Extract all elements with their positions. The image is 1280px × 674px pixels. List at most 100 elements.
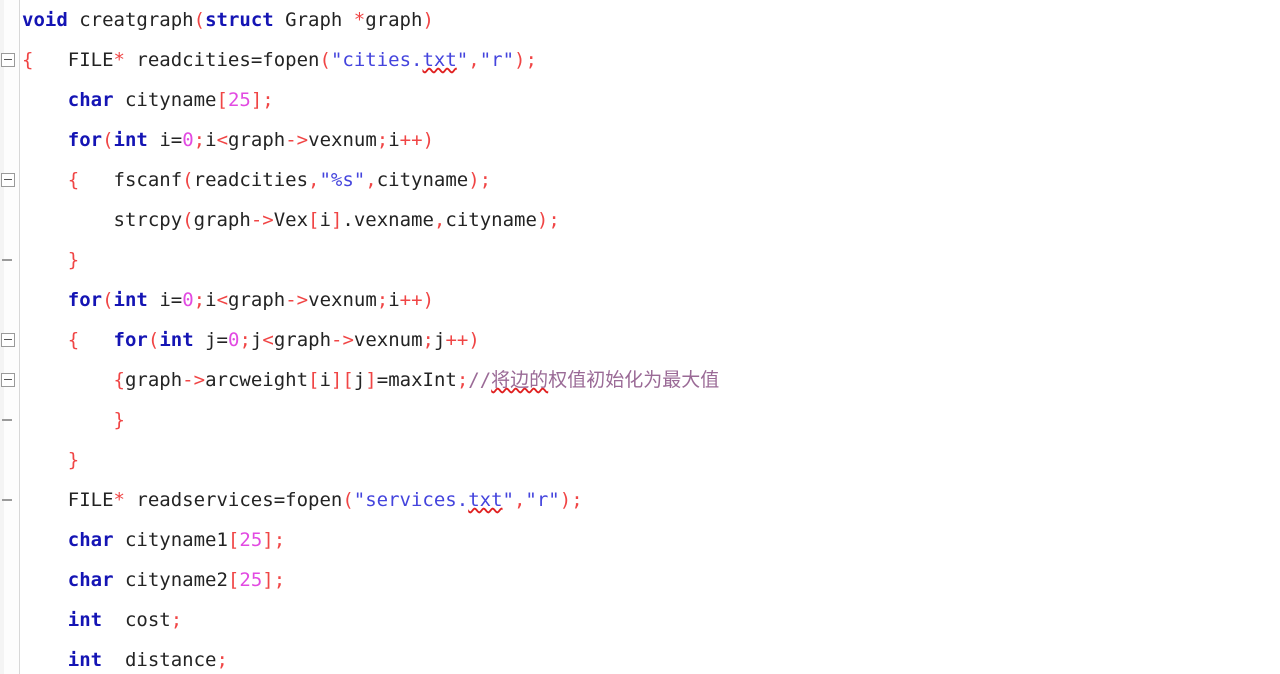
token-pun: ) — [536, 209, 549, 231]
token-id: distance — [102, 649, 217, 671]
token-id — [22, 329, 68, 351]
code-line[interactable]: char cityname[25]; — [22, 80, 1280, 120]
token-pun: [ — [216, 89, 228, 111]
token-num: 0 — [182, 289, 194, 311]
token-id: cityname1 — [113, 529, 228, 551]
token-pun: ; — [273, 569, 286, 591]
token-pun: -> — [250, 209, 274, 231]
token-pun: -> — [331, 329, 354, 351]
token-pun: ( — [319, 49, 331, 71]
code-line[interactable]: for(int i=0;i<graph->vexnum;i++) — [22, 280, 1280, 320]
token-id: readservices — [124, 489, 274, 511]
token-id: FILE — [22, 489, 114, 511]
token-pun: -> — [182, 369, 206, 391]
code-line[interactable]: {graph->arcweight[i][j]=maxInt;//将边的权值初始… — [22, 360, 1280, 400]
code-line[interactable]: for(int i=0;i<graph->vexnum;i++) — [22, 120, 1280, 160]
token-kw: int — [159, 329, 194, 351]
token-pun: ] — [330, 209, 343, 231]
code-line[interactable]: { FILE* readcities=fopen("cities.txt","r… — [22, 40, 1280, 80]
token-str: " — [456, 49, 469, 71]
token-pun: ] — [262, 569, 274, 591]
token-pun: ) — [468, 329, 480, 351]
token-id: i — [319, 369, 331, 391]
token-pun: ] — [330, 369, 343, 391]
token-id: creatgraph — [67, 9, 194, 31]
token-pun: ] — [365, 369, 377, 391]
code-line[interactable]: char cityname1[25]; — [22, 520, 1280, 560]
token-pun: ; — [525, 49, 537, 71]
fold-collapse-icon[interactable] — [1, 333, 15, 347]
token-id: readcities — [193, 169, 309, 191]
token-id: vexnum — [308, 129, 377, 151]
token-id — [22, 289, 68, 311]
token-pun: ; — [193, 289, 206, 311]
token-op: = — [250, 49, 263, 71]
token-pun: [ — [308, 369, 320, 391]
code-line[interactable]: void creatgraph(struct Graph *graph) — [22, 0, 1280, 40]
token-pun: * — [113, 49, 125, 71]
token-pun: < — [216, 129, 229, 151]
token-pun: , — [468, 49, 480, 71]
token-pun: ++ — [445, 329, 469, 351]
token-pun: [ — [227, 529, 240, 551]
code-editor-view[interactable]: void creatgraph(struct Graph *graph) { FI… — [0, 0, 1280, 674]
token-id: graph — [228, 289, 286, 311]
token-pun: ( — [102, 129, 114, 151]
token-kw: int — [67, 649, 103, 671]
token-pun: ; — [456, 369, 469, 391]
token-pun: ) — [559, 489, 572, 511]
token-pun: < — [262, 329, 274, 351]
token-pun: ; — [239, 329, 251, 351]
token-id — [22, 449, 68, 471]
token-id — [22, 529, 68, 551]
token-id: fopen — [285, 489, 343, 511]
token-pun: ) — [422, 9, 434, 31]
token-pun: < — [216, 289, 229, 311]
code-line[interactable]: strcpy(graph->Vex[i].vexname,cityname); — [22, 200, 1280, 240]
token-id: i — [388, 289, 400, 311]
token-pun: ( — [102, 289, 114, 311]
code-line[interactable]: { fscanf(readcities,"%s",cityname); — [22, 160, 1280, 200]
token-id: Vex — [273, 209, 309, 231]
token-pun: ) — [468, 169, 480, 191]
token-pun: { — [113, 369, 125, 391]
token-str: "r" — [525, 489, 560, 511]
token-id — [22, 609, 68, 631]
code-line[interactable]: } — [22, 240, 1280, 280]
token-pun: ; — [273, 529, 286, 551]
code-line[interactable]: char cityname2[25]; — [22, 560, 1280, 600]
token-pun: ; — [479, 169, 492, 191]
token-id: j — [434, 329, 446, 351]
code-line[interactable]: { for(int j=0;j<graph->vexnum;j++) — [22, 320, 1280, 360]
token-id: i — [147, 289, 171, 311]
code-line[interactable]: FILE* readservices=fopen("services.txt",… — [22, 480, 1280, 520]
fold-collapse-icon[interactable] — [1, 53, 15, 67]
code-line[interactable]: int cost; — [22, 600, 1280, 640]
code-line[interactable]: } — [22, 440, 1280, 480]
token-kw: for — [67, 289, 103, 311]
folding-gutter[interactable] — [0, 0, 20, 674]
code-content-area[interactable]: void creatgraph(struct Graph *graph) { FI… — [22, 0, 1280, 674]
token-pun: ) — [422, 289, 435, 311]
token-str: "r" — [479, 49, 515, 71]
token-id: cityname2 — [113, 569, 228, 591]
token-id: Graph — [273, 9, 354, 31]
fold-collapse-icon[interactable] — [1, 173, 15, 187]
token-cmt: 将边的 — [491, 369, 549, 391]
token-pun: , — [513, 489, 526, 511]
token-id: i — [205, 289, 217, 311]
token-pun: { — [67, 329, 80, 351]
token-id: fopen — [262, 49, 320, 71]
token-id: vexnum — [353, 329, 423, 351]
token-id: strcpy — [22, 209, 183, 231]
token-pun: ] — [250, 89, 263, 111]
fold-collapse-icon[interactable] — [1, 373, 15, 387]
code-line[interactable]: int distance; — [22, 640, 1280, 674]
token-num: 0 — [228, 329, 240, 351]
token-id — [22, 169, 68, 191]
token-kw: int — [113, 129, 148, 151]
code-line[interactable]: } — [22, 400, 1280, 440]
token-id: graph — [193, 209, 251, 231]
token-kw: char — [67, 89, 114, 111]
token-id — [22, 89, 68, 111]
